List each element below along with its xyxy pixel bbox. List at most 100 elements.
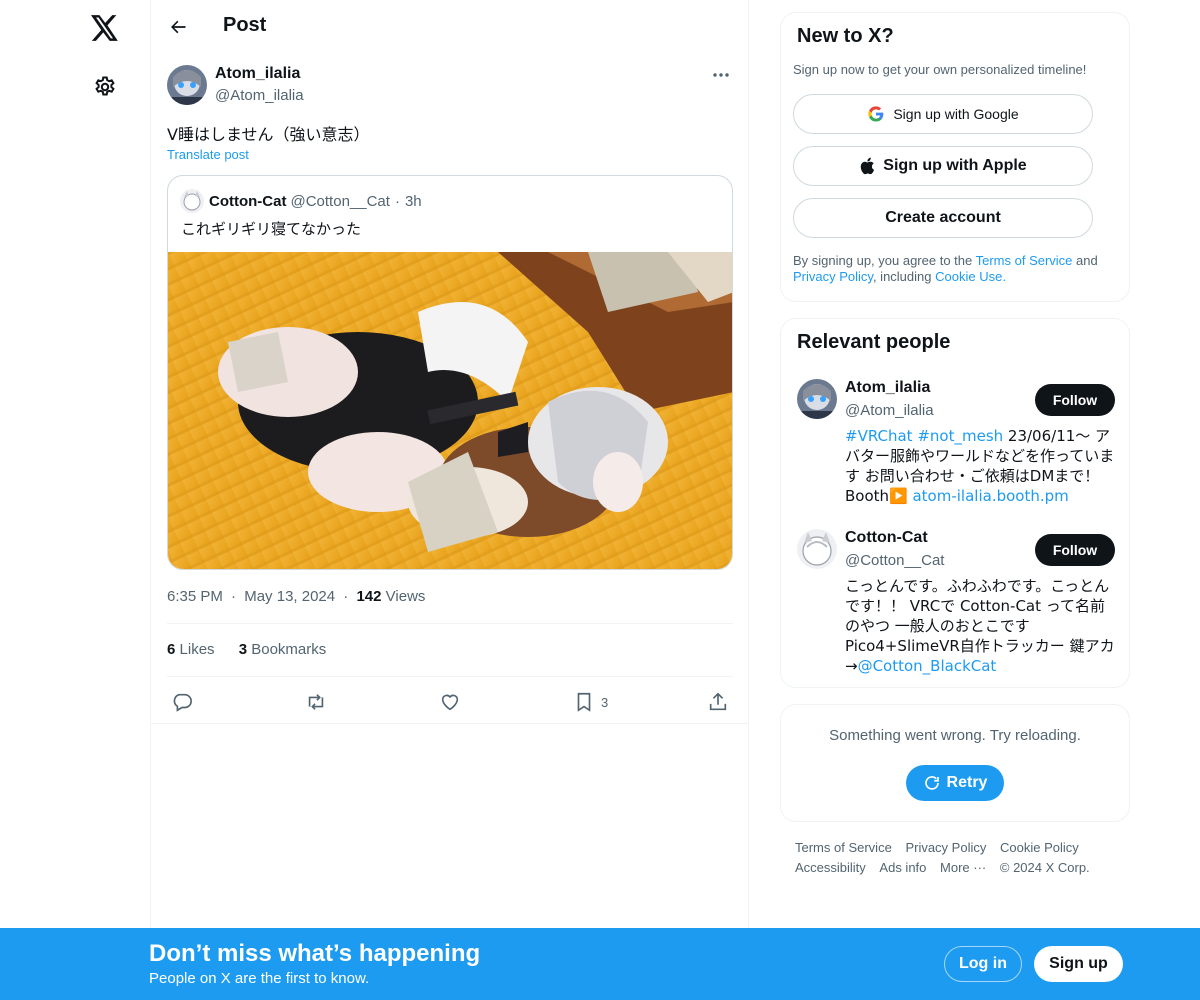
repost-icon[interactable]	[305, 685, 327, 719]
post-date[interactable]: May 13, 2024	[244, 588, 335, 605]
share-icon[interactable]	[707, 685, 729, 719]
booth-link[interactable]: atom-ilalia.booth.pm	[912, 487, 1068, 505]
person-name[interactable]: Atom_ilalia	[845, 379, 930, 397]
legal-including: , including	[872, 269, 936, 284]
new-to-x-card: New to X? Sign up now to get your own pe…	[780, 12, 1130, 302]
cookie-use-link[interactable]: Cookie Use	[935, 269, 1002, 284]
person-handle[interactable]: @Cotton__Cat	[845, 552, 944, 569]
retry-label: Retry	[946, 774, 988, 791]
divider	[151, 723, 749, 724]
quote-author-handle: @Cotton__Cat	[290, 192, 390, 210]
author-name[interactable]: Atom_ilalia	[215, 65, 300, 83]
gear-icon[interactable]	[85, 67, 125, 107]
follow-button[interactable]: Follow	[1035, 534, 1115, 566]
person-avatar[interactable]	[797, 379, 837, 419]
divider	[167, 676, 733, 677]
sign-up-google-button[interactable]: Sign up with Google	[793, 94, 1093, 134]
bookmark-action-count: 3	[601, 694, 609, 710]
quote-author-name: Cotton-Cat	[209, 192, 287, 210]
banner-title: Don’t miss what’s happening	[149, 940, 481, 967]
sign-up-apple-button[interactable]: Sign up with Apple	[793, 146, 1093, 186]
refresh-icon	[924, 776, 939, 790]
person-bio: #VRChat #not_mesh 23/06/11〜 アバター服飾やワールドな…	[845, 426, 1115, 506]
retry-button[interactable]: Retry	[906, 765, 1004, 801]
relevant-people-card: Relevant people Atom_ilalia @Atom_ilalia…	[780, 318, 1130, 688]
log-in-button[interactable]: Log in	[944, 946, 1022, 982]
quote-separator: ·	[394, 192, 400, 210]
quote-time: 3h	[404, 192, 422, 210]
bookmarks-count: 3	[238, 641, 248, 658]
post-text: V睡はしません（強い意志）	[167, 125, 370, 144]
error-message: Something went wrong. Try reloading.	[829, 727, 1081, 744]
main-column: Post Atom_ilalia @Atom_ilalia V睡はしません（強い…	[150, 0, 749, 1000]
privacy-link[interactable]: Privacy Policy	[793, 269, 873, 284]
views-label: Views	[385, 588, 426, 605]
post-author: Atom_ilalia @Atom_ilalia	[167, 65, 733, 109]
footer-links: Terms of Service Privacy Policy Cookie P…	[795, 838, 1125, 878]
person-name[interactable]: Cotton-Cat	[845, 529, 928, 547]
author-handle[interactable]: @Atom_ilalia	[215, 87, 304, 104]
author-avatar[interactable]	[167, 65, 207, 105]
bookmarks-label: Bookmarks	[251, 641, 327, 658]
timestamp-dot: ·	[343, 588, 349, 605]
hashtag-link[interactable]: #not_mesh	[917, 427, 1003, 445]
bookmark-action[interactable]: 3	[573, 685, 608, 719]
google-button-label: Sign up with Google	[893, 106, 1019, 122]
person-avatar[interactable]	[797, 529, 837, 569]
footer-more-link[interactable]: More ···	[940, 858, 986, 878]
hashtag-link[interactable]: #VRChat	[845, 427, 913, 445]
quoted-post[interactable]: Cotton-Cat @Cotton__Cat · 3h これギリギリ寝てなかっ…	[167, 175, 733, 570]
likes-stat[interactable]: 6 Likes	[167, 641, 215, 658]
google-icon	[867, 105, 885, 123]
legal-and: and	[1072, 253, 1098, 268]
follow-button[interactable]: Follow	[1035, 384, 1115, 416]
page-title: Post	[223, 14, 267, 36]
back-arrow-icon[interactable]	[161, 10, 195, 44]
create-account-button[interactable]: Create account	[793, 198, 1093, 238]
legal-end: .	[1002, 269, 1006, 284]
legal-text: By signing up, you agree to the Terms of…	[793, 253, 1118, 285]
signup-banner: Don’t miss what’s happening People on X …	[0, 928, 1200, 1000]
quote-header: Cotton-Cat @Cotton__Cat · 3h	[180, 189, 422, 213]
footer-accessibility-link[interactable]: Accessibility	[795, 858, 866, 878]
likes-count: 6	[167, 641, 176, 658]
bookmarks-stat[interactable]: 3 Bookmarks	[239, 641, 327, 658]
divider	[167, 623, 733, 624]
new-to-x-subtitle: Sign up now to get your own personalized…	[793, 62, 1087, 77]
more-options-icon[interactable]	[709, 65, 733, 85]
new-to-x-title: New to X?	[797, 25, 894, 47]
post-timestamp: 6:35 PM · May 13, 2024 · 142 Views	[167, 588, 425, 605]
apple-button-label: Sign up with Apple	[883, 157, 1027, 174]
legal-prefix: By signing up, you agree to the	[793, 253, 976, 268]
footer-copyright: © 2024 X Corp.	[999, 860, 1090, 875]
footer-privacy-link[interactable]: Privacy Policy	[905, 838, 986, 858]
post-header: Post	[151, 0, 749, 53]
banner-subtitle: People on X are the first to know.	[149, 970, 370, 987]
post-actions: 3	[151, 685, 749, 723]
likes-label: Likes	[179, 641, 215, 658]
reply-icon[interactable]	[171, 685, 193, 719]
x-logo-icon[interactable]	[85, 8, 125, 48]
footer-ads-info-link[interactable]: Ads info	[879, 858, 926, 878]
bookmark-icon	[577, 692, 591, 712]
footer-cookie-link[interactable]: Cookie Policy	[1000, 838, 1079, 858]
person-card[interactable]: Cotton-Cat @Cotton__Cat Follow こっとんです。ふわ…	[797, 529, 1115, 679]
quote-avatar	[180, 189, 204, 213]
views-count: 142	[356, 588, 382, 605]
footer-terms-link[interactable]: Terms of Service	[795, 838, 892, 858]
mention-link[interactable]: @Cotton_BlackCat	[858, 657, 997, 675]
left-navigation	[0, 0, 150, 1000]
terms-link[interactable]: Terms of Service	[976, 253, 1073, 268]
person-bio: こっとんです。ふわふわです。こっとんです！！ VRCで Cotton-Cat っ…	[845, 576, 1115, 676]
person-card[interactable]: Atom_ilalia @Atom_ilalia Follow #VRChat …	[797, 379, 1115, 509]
like-heart-icon[interactable]	[439, 685, 461, 719]
sign-up-button[interactable]: Sign up	[1034, 946, 1123, 982]
post-time[interactable]: 6:35 PM	[167, 588, 223, 605]
error-card: Something went wrong. Try reloading. Ret…	[780, 704, 1130, 822]
post-stats: 6 Likes 3 Bookmarks	[167, 641, 346, 658]
person-handle[interactable]: @Atom_ilalia	[845, 402, 934, 419]
quote-media-image[interactable]	[168, 252, 732, 569]
timestamp-dot: ·	[231, 588, 237, 605]
translate-post-link[interactable]: Translate post	[167, 147, 249, 162]
apple-icon	[859, 157, 875, 175]
